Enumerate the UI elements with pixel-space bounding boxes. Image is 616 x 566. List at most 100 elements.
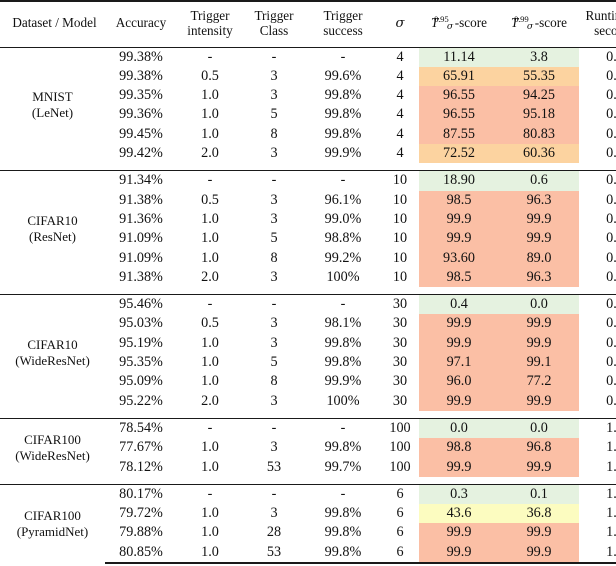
sigma-cell: 4 — [396, 125, 404, 142]
trigger-success-cell: 99.0% — [324, 210, 362, 227]
block-separator-gap — [0, 163, 616, 171]
sigma-cell: 10 — [381, 170, 419, 191]
t95-score-cell: 99.9 — [419, 391, 499, 411]
runtime-cell: 1.1 — [606, 458, 616, 475]
runtime-cell: 0.4 — [606, 106, 616, 123]
sigma-cell: 30 — [392, 373, 408, 390]
trigger-success-cell: 98.1% — [324, 315, 362, 332]
t99-score-cell: 36.8 — [499, 504, 579, 524]
dataset-model-cell: CIFAR10 (WideResNet) — [0, 294, 105, 411]
trigger-class-cell: 3 — [270, 334, 278, 351]
block-separator-gap — [0, 411, 616, 419]
trigger-class-cell: 3 — [270, 67, 278, 84]
column-header-t95-score: T0.95σ -score — [419, 0, 499, 48]
trigger-class-cell: 3 — [270, 210, 278, 227]
t95-score-cell: 18.90 — [419, 170, 499, 191]
trigger-class-cell: 3 — [270, 87, 278, 104]
trigger-intensity-cell: 1.0 — [201, 230, 219, 247]
table-row: CIFAR10(WideResNet)95.46%---300.40.00.9 — [0, 294, 616, 411]
t95-score-cell: 0.3 — [419, 483, 499, 505]
trigger-class-cell: 53 — [266, 458, 282, 475]
trigger-class-cell: - — [243, 417, 305, 439]
accuracy-cell: 95.35% — [119, 354, 163, 371]
trigger-intensity-cell: 1.0 — [201, 505, 219, 522]
trigger-class-cell: 8 — [270, 249, 278, 266]
t95-score-cell: 98.5 — [419, 190, 499, 210]
trigger-intensity-cell: 1.0 — [201, 524, 219, 541]
runtime-cell: 1.1 — [579, 417, 616, 439]
trigger-intensity-cell: 1.0 — [201, 439, 219, 456]
column-header-trigger-class: Trigger Class — [243, 0, 305, 48]
t95-score-cell: 99.9 — [419, 457, 499, 477]
trigger-class-cell: 8 — [270, 373, 278, 390]
trigger-intensity-cell: 0.5 — [201, 315, 219, 332]
column-header-t99-score: T0.99σ -score — [499, 0, 579, 48]
trigger-success-cell: 99.2% — [324, 249, 362, 266]
sigma-cell: 6 — [381, 483, 419, 505]
dataset-name: CIFAR10 — [27, 212, 78, 228]
dataset-model-cell: CIFAR10 (ResNet) — [0, 170, 105, 288]
t95-score-cell: 93.60 — [419, 248, 499, 268]
trigger-intensity-cell: 1.0 — [201, 106, 219, 123]
dataset-name: CIFAR100 — [24, 431, 81, 447]
trigger-success-cell: 99.9% — [324, 145, 362, 162]
column-header-accuracy: Accuracy — [105, 0, 177, 48]
runtime-cell: 0.9 — [606, 392, 616, 409]
t99-score-cell: 55.35 — [499, 66, 579, 87]
trigger-class-cell: 28 — [266, 524, 282, 541]
trigger-intensity-cell: 1.0 — [201, 210, 219, 227]
table-row: MNIST(LeNet) 99.38% - - - 4 11.143.8 0.4 — [0, 47, 616, 120]
trigger-success-cell: 99.6% — [324, 67, 362, 84]
accuracy-cell: 77.67% — [119, 439, 163, 456]
accuracy-cell: 80.85% — [105, 542, 177, 564]
trigger-intensity-cell: 1.0 — [201, 249, 219, 266]
results-table-container: Dataset / Model Accuracy Trigger intensi… — [0, 0, 616, 566]
accuracy-cell: 79.72% — [119, 505, 163, 522]
trigger-class-cell: 5 — [270, 230, 278, 247]
sigma-cell: 6 — [396, 524, 404, 541]
accuracy-cell: 91.09% — [119, 249, 163, 266]
trigger-intensity-cell: 0.5 — [201, 67, 219, 84]
t95-score-cell: 99.9 — [419, 314, 499, 334]
accuracy-cell: 91.38% — [119, 191, 163, 208]
model-architecture: (PyramidNet) — [16, 523, 89, 539]
t95-score-cell: 99.9 — [419, 209, 499, 230]
trigger-success-cell: - — [305, 170, 381, 191]
t95-score-cell: 11.14 — [419, 47, 499, 67]
trigger-intensity-cell: - — [177, 170, 243, 191]
trigger-success-cell: 96.1% — [324, 191, 362, 208]
runtime-cell: 1.9 — [579, 542, 616, 564]
t95-subscript: σ — [446, 21, 454, 33]
t95-score-formula: T0.95σ -score — [431, 14, 487, 33]
trigger-intensity-cell: - — [207, 48, 213, 65]
trigger-success-cell: 99.7% — [324, 458, 362, 475]
t95-score-cell: 99.9 — [419, 229, 499, 249]
t99-score-cell: 99.9 — [499, 333, 579, 354]
accuracy-cell: 99.38% — [119, 67, 163, 84]
trigger-intensity-cell: 2.0 — [201, 392, 219, 409]
column-header-trigger-intensity-line2: intensity — [187, 22, 233, 38]
dataset-model-cell: CIFAR100 (PyramidNet) — [0, 483, 105, 563]
sigma-cell: 30 — [392, 354, 408, 371]
sigma-cell: 4 — [396, 106, 404, 123]
sigma-cell: 30 — [392, 334, 408, 351]
t95-score-cell: 0.0 — [419, 417, 499, 439]
trigger-intensity-cell: 1.0 — [201, 125, 219, 142]
block-separator-gap-cell — [0, 411, 616, 419]
runtime-cell: 0.5 — [606, 249, 616, 266]
accuracy-cell: 99.35% — [119, 87, 163, 104]
trigger-class-cell: 5 — [270, 106, 278, 123]
t99-score-cell: 89.0 — [499, 248, 579, 268]
t99-score-cell: 94.25 — [499, 86, 579, 106]
trigger-class-cell: 3 — [270, 191, 278, 208]
sigma-cell: 4 — [396, 67, 404, 84]
accuracy-cell: 91.34% — [105, 170, 177, 191]
accuracy-cell: 80.17% — [105, 483, 177, 505]
column-header-trigger-class-line1: Trigger — [254, 8, 294, 23]
t99-score-cell: 95.18 — [499, 105, 579, 125]
runtime-cell: 0.5 — [579, 170, 616, 191]
t95-suffix: -score — [454, 14, 487, 30]
runtime-cell: 0.5 — [606, 210, 616, 227]
table-row: CIFAR100(PyramidNet)80.17%---60.30.11.9 — [0, 483, 616, 563]
t99-score-cell: 80.83 — [499, 124, 579, 145]
